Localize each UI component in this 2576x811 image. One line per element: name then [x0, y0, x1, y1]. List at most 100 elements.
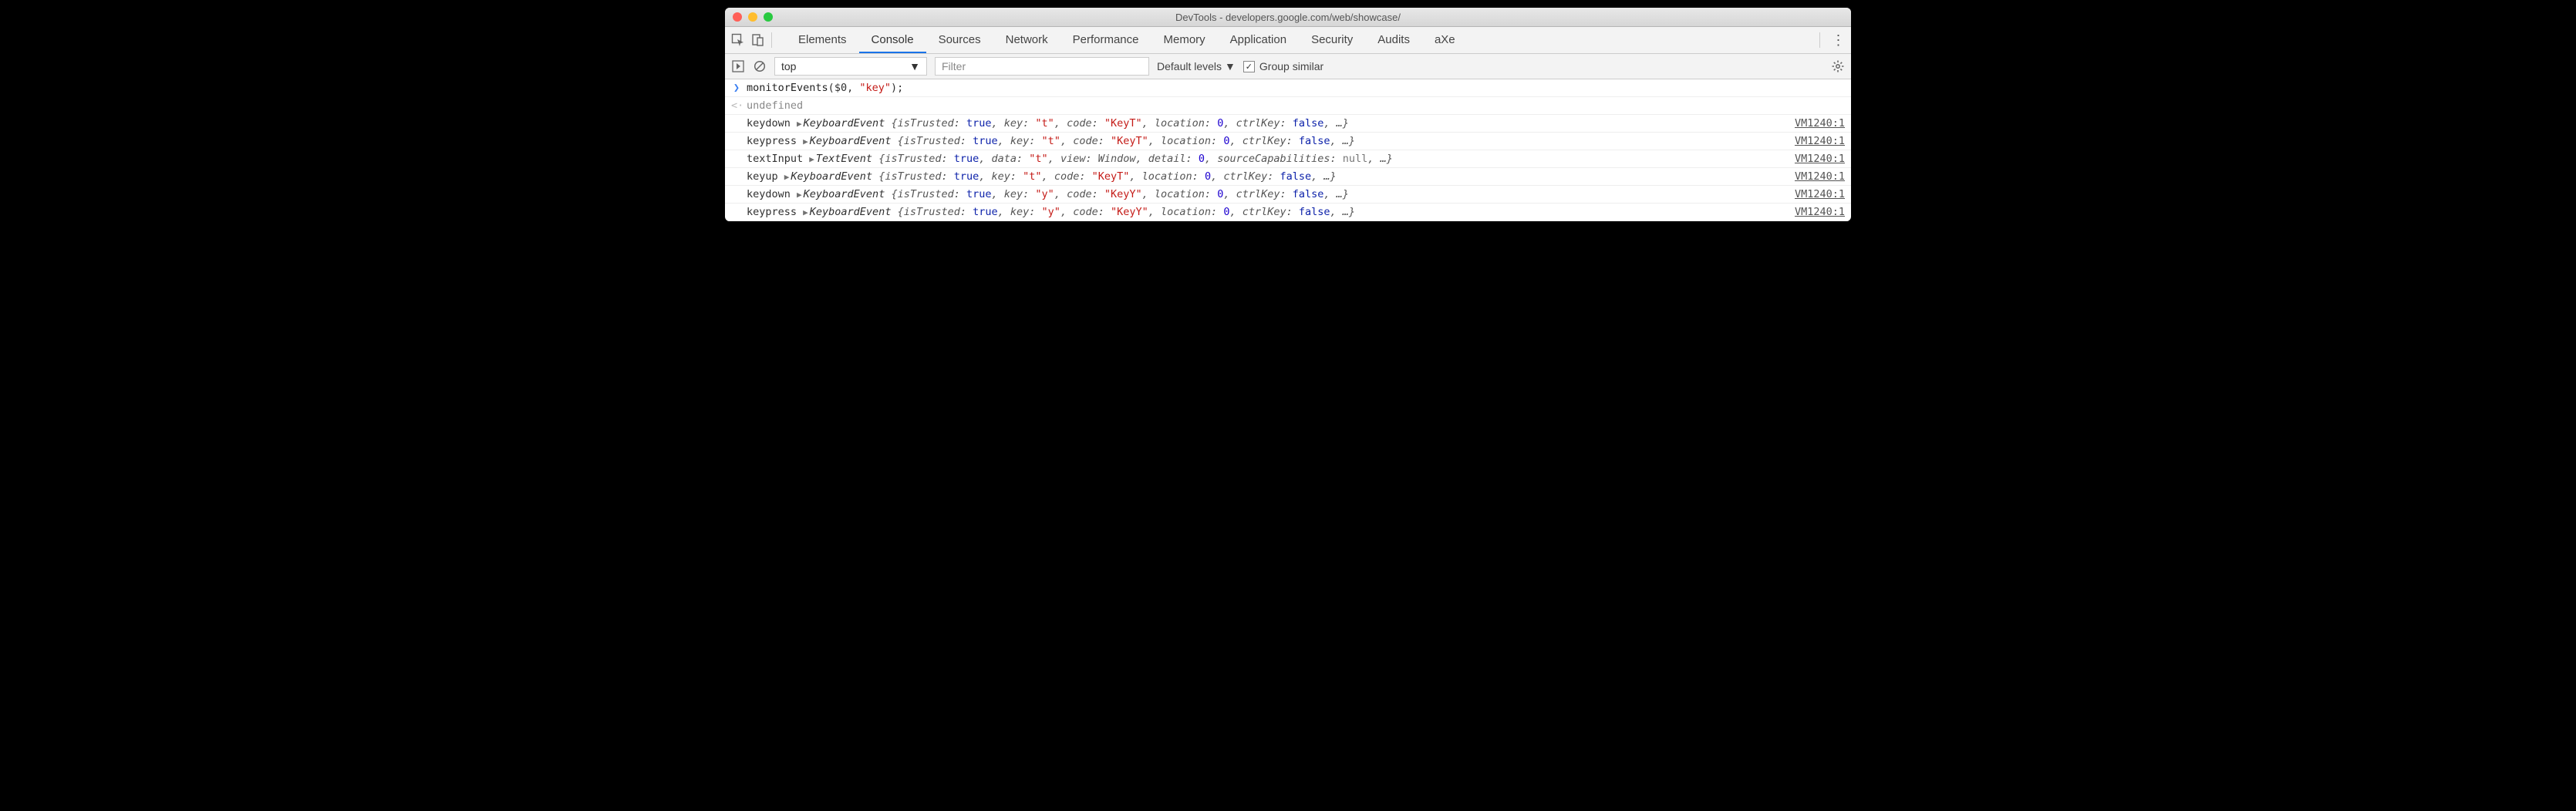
prop-value: true — [966, 188, 992, 200]
console-result-line: <· undefined — [725, 97, 1851, 115]
prop-key: key: — [1010, 135, 1042, 147]
prop-key: view: — [1060, 153, 1098, 165]
event-class: KeyboardEvent — [804, 188, 892, 200]
event-name: keypress — [747, 135, 803, 147]
expand-triangle-icon[interactable]: ▶ — [803, 136, 808, 146]
prop-key: code: — [1067, 188, 1104, 200]
tab-axe[interactable]: aXe — [1422, 27, 1468, 53]
main-toolbar: ElementsConsoleSourcesNetworkPerformance… — [725, 27, 1851, 54]
prop-key: ctrlKey: — [1223, 170, 1280, 183]
filter-placeholder: Filter — [942, 60, 966, 72]
prop-key: ctrlKey: — [1236, 188, 1293, 200]
tab-console[interactable]: Console — [859, 27, 926, 53]
source-link[interactable]: VM1240:1 — [1779, 170, 1845, 183]
console-log-line: keypress ▶KeyboardEvent {isTrusted: true… — [725, 133, 1851, 150]
prop-key: data: — [992, 153, 1030, 165]
prop-key: ctrlKey: — [1236, 117, 1293, 130]
log-levels-label: Default levels — [1157, 60, 1222, 72]
expand-triangle-icon[interactable]: ▶ — [803, 207, 808, 217]
chevron-down-icon: ▼ — [909, 60, 920, 72]
console-output: ❯ monitorEvents($0, "key"); <· undefined… — [725, 79, 1851, 221]
tab-audits[interactable]: Audits — [1365, 27, 1422, 53]
event-name: keyup — [747, 170, 784, 183]
toolbar-divider — [771, 32, 772, 48]
event-class: KeyboardEvent — [791, 170, 878, 183]
source-link[interactable]: VM1240:1 — [1779, 153, 1845, 165]
prop-value: true — [973, 135, 998, 147]
source-link[interactable]: VM1240:1 — [1779, 135, 1845, 147]
execution-context-select[interactable]: top ▼ — [774, 57, 927, 76]
execution-context-label: top — [781, 60, 796, 72]
prop-key: location: — [1161, 135, 1223, 147]
prop-key: code: — [1073, 206, 1111, 218]
titlebar: DevTools - developers.google.com/web/sho… — [725, 8, 1851, 27]
prop-value: "y" — [1042, 206, 1060, 218]
prop-value: "y" — [1035, 188, 1054, 200]
tab-sources[interactable]: Sources — [926, 27, 993, 53]
prop-key: isTrusted: — [885, 153, 953, 165]
prop-value: "t" — [1035, 117, 1054, 130]
expand-triangle-icon[interactable]: ▶ — [784, 172, 790, 182]
checkbox-icon: ✓ — [1243, 61, 1255, 72]
clear-console-icon[interactable] — [753, 59, 767, 73]
console-input-line[interactable]: ❯ monitorEvents($0, "key"); — [725, 79, 1851, 97]
event-class: TextEvent — [816, 153, 878, 165]
expand-triangle-icon[interactable]: ▶ — [809, 154, 814, 164]
console-log-line: keydown ▶KeyboardEvent {isTrusted: true,… — [725, 115, 1851, 133]
tab-memory[interactable]: Memory — [1151, 27, 1218, 53]
gear-icon[interactable] — [1831, 59, 1845, 73]
prop-value: true — [954, 153, 979, 165]
tab-security[interactable]: Security — [1299, 27, 1365, 53]
prop-key: isTrusted: — [898, 117, 966, 130]
console-log-line: keyup ▶KeyboardEvent {isTrusted: true, k… — [725, 168, 1851, 186]
prop-key: isTrusted: — [904, 206, 973, 218]
prop-value: true — [973, 206, 998, 218]
console-result-text: undefined — [747, 99, 803, 112]
filter-input[interactable]: Filter — [935, 57, 1149, 76]
expand-triangle-icon[interactable]: ▶ — [797, 119, 802, 129]
close-icon[interactable] — [733, 12, 742, 22]
group-similar-label: Group similar — [1259, 60, 1323, 72]
event-name: keydown — [747, 188, 797, 200]
prop-value: false — [1299, 206, 1330, 218]
group-similar-toggle[interactable]: ✓ Group similar — [1243, 60, 1323, 72]
inspect-element-icon[interactable] — [731, 33, 745, 47]
prop-value: false — [1280, 170, 1312, 183]
prop-value: 0 — [1199, 153, 1205, 165]
tab-application[interactable]: Application — [1218, 27, 1299, 53]
prop-value: "KeyY" — [1111, 206, 1148, 218]
tab-performance[interactable]: Performance — [1060, 27, 1151, 53]
event-class: KeyboardEvent — [804, 117, 892, 130]
result-arrow-icon: <· — [731, 99, 742, 112]
source-link[interactable]: VM1240:1 — [1779, 117, 1845, 130]
expand-triangle-icon[interactable]: ▶ — [797, 190, 802, 200]
log-content: keydown ▶KeyboardEvent {isTrusted: true,… — [747, 117, 1349, 130]
source-link[interactable]: VM1240:1 — [1779, 206, 1845, 218]
event-name: textInput — [747, 153, 809, 165]
chevron-down-icon: ▼ — [1225, 60, 1236, 72]
console-log-line: keydown ▶KeyboardEvent {isTrusted: true,… — [725, 186, 1851, 204]
prop-key: isTrusted: — [904, 135, 973, 147]
source-link[interactable]: VM1240:1 — [1779, 188, 1845, 200]
prop-key: key: — [1004, 188, 1036, 200]
tab-network[interactable]: Network — [993, 27, 1060, 53]
minimize-icon[interactable] — [748, 12, 757, 22]
tab-elements[interactable]: Elements — [786, 27, 859, 53]
zoom-icon[interactable] — [764, 12, 773, 22]
device-toolbar-icon[interactable] — [751, 33, 765, 47]
prop-value: true — [954, 170, 979, 183]
log-levels-select[interactable]: Default levels ▼ — [1157, 60, 1236, 72]
prop-key: isTrusted: — [885, 170, 953, 183]
prop-value: true — [966, 117, 992, 130]
prompt-icon: ❯ — [731, 82, 742, 94]
prop-key: key: — [1004, 117, 1036, 130]
event-class: KeyboardEvent — [810, 206, 898, 218]
kebab-menu-icon[interactable]: ⋮ — [1831, 33, 1845, 47]
prop-value: false — [1293, 188, 1324, 200]
event-class: KeyboardEvent — [810, 135, 898, 147]
log-content: keypress ▶KeyboardEvent {isTrusted: true… — [747, 206, 1355, 218]
console-log-line: textInput ▶TextEvent {isTrusted: true, d… — [725, 150, 1851, 168]
sidebar-toggle-icon[interactable] — [731, 59, 745, 73]
prop-value: "KeyY" — [1104, 188, 1142, 200]
prop-value: 0 — [1205, 170, 1211, 183]
